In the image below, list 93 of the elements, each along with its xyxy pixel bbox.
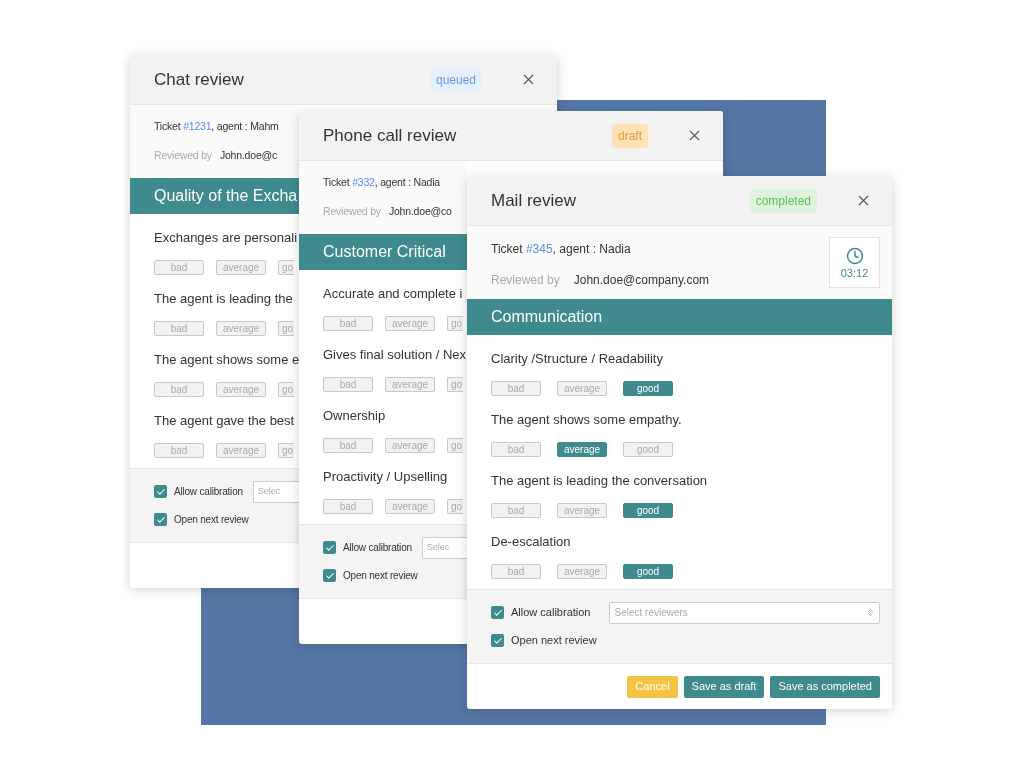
rating-button[interactable]: average [385,376,435,392]
rating-button[interactable]: good [623,502,673,518]
rating-button[interactable]: go [278,259,294,275]
rating-button[interactable]: go [447,437,463,453]
check-icon [492,607,503,618]
question-label: Proactivity / Upselling [323,468,448,486]
checkbox[interactable] [154,513,167,526]
window-title: Phone call review [323,124,458,147]
rating-button[interactable]: bad [323,376,373,392]
status-badge: draft [612,123,648,148]
question-label: Gives final solution / Nex [323,346,467,364]
checkbox[interactable] [323,541,336,554]
rating-button[interactable]: average [557,563,607,579]
check-icon [155,514,166,525]
timer-text: 03:12 [840,267,869,279]
rating-button[interactable]: bad [323,315,373,331]
rating-button[interactable]: bad [491,563,541,579]
check-icon [155,486,166,497]
ticket-info: Ticket #345, agent : Nadia [491,241,631,258]
rating-button[interactable]: average [557,441,607,457]
checkbox[interactable] [491,606,504,619]
rating-button[interactable]: average [216,442,266,458]
checkbox-label: Open next review [511,633,597,649]
reviewed-by-label: Reviewed by [154,147,212,163]
checkbox-label: Allow calibration [174,485,243,499]
reviewed-by-label: Reviewed by [491,272,560,289]
checkbox-label: Open next review [343,569,418,583]
reviewer-email: John.doe@company.com [573,272,710,289]
reviewed-by-label: Reviewed by [323,203,381,219]
reviewers-select[interactable]: Selec [252,480,299,503]
rating-button[interactable]: good [623,380,673,396]
rating-button[interactable]: bad [323,437,373,453]
rating-button[interactable]: go [278,442,294,458]
reviewer-email: John.doe@c [219,147,278,163]
question-label: The agent is leading the conversation [491,472,708,490]
question-label: Clarity /Structure / Readability [491,350,663,368]
reviewer-email: John.doe@co [388,203,452,219]
question-label: Accurate and complete i [323,285,463,303]
question-label: De-escalation [491,533,571,551]
rating-button[interactable]: average [216,320,266,336]
rating-button[interactable]: go [447,498,463,514]
rating-button[interactable]: average [557,502,607,518]
section-header: Quality of the Excha [130,178,299,214]
checkbox-label: Allow calibration [511,605,591,621]
question-label: The agent shows some empathy. [491,411,682,429]
rating-button[interactable]: go [447,315,463,331]
rating-button[interactable]: good [623,563,673,579]
rating-button[interactable]: bad [154,259,204,275]
rating-button[interactable]: go [278,381,294,397]
select-arrows-icon [866,608,875,617]
window-title: Chat review [154,68,245,91]
rating-button[interactable]: bad [154,320,204,336]
section-header: Communication [467,299,892,335]
question-label: The agent is leading the [154,290,293,308]
checkbox-label: Open next review [174,513,249,527]
check-icon [324,570,335,581]
checkbox[interactable] [491,634,504,647]
rating-button[interactable]: average [216,259,266,275]
rating-button[interactable]: average [385,437,435,453]
footer-button[interactable]: Cancel [627,675,678,698]
ticket-info: Ticket #332, agent : Nadia [323,175,440,190]
footer-button[interactable]: Save as completed [770,675,880,698]
clock-icon [845,246,864,265]
question-label: The agent shows some e [154,351,299,369]
checkbox-label: Allow calibration [343,541,412,555]
rating-button[interactable]: average [385,315,435,331]
status-badge: completed [749,188,817,213]
checkbox[interactable] [154,485,167,498]
checkbox[interactable] [323,569,336,582]
rating-button[interactable]: bad [154,442,204,458]
question-label: Ownership [323,407,386,425]
reviewers-select[interactable]: Select reviewers [609,601,880,624]
window-title: Mail review [491,189,578,212]
rating-button[interactable]: bad [154,381,204,397]
check-icon [324,542,335,553]
rating-button[interactable]: go [447,376,463,392]
section-header: Customer Critical [299,234,467,270]
status-badge: queued [429,67,482,92]
rating-button[interactable]: go [278,320,294,336]
rating-button[interactable]: average [385,498,435,514]
reviewers-select[interactable]: Selec [421,536,467,559]
rating-button[interactable]: bad [491,502,541,518]
question-label: Exchanges are personali [154,229,298,247]
footer-button[interactable]: Save as draft [683,675,765,698]
rating-button[interactable]: bad [491,380,541,396]
check-icon [492,635,503,646]
rating-button[interactable]: bad [491,441,541,457]
rating-button[interactable]: good [623,441,673,457]
rating-button[interactable]: average [216,381,266,397]
question-label: The agent gave the best [154,412,295,430]
ticket-info: Ticket #1231, agent : Mahm [154,119,279,134]
rating-button[interactable]: average [557,380,607,396]
rating-button[interactable]: bad [323,498,373,514]
